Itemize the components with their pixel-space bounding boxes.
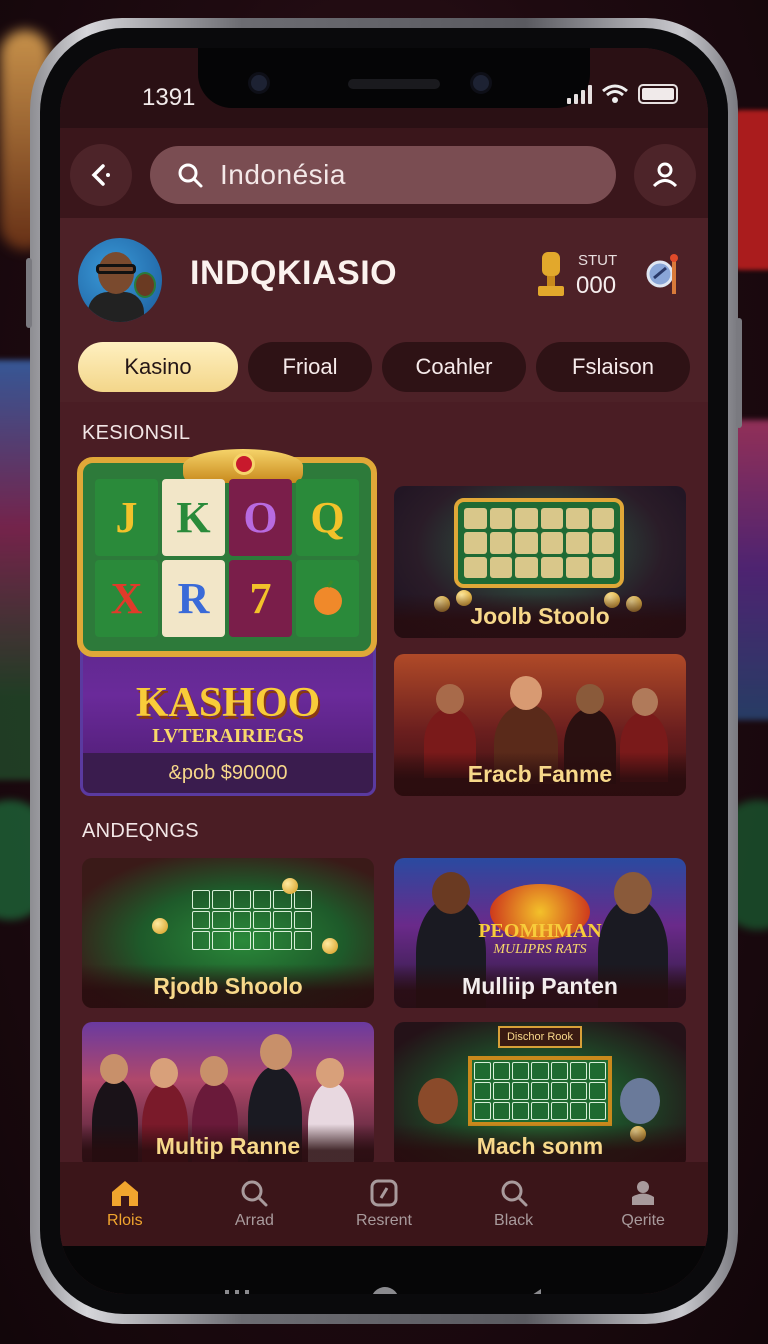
search-bar[interactable]: Indonésia (150, 146, 616, 204)
profile-bar: INDQKIASIO STUT 000 Kasino Frioal Coahle… (60, 218, 708, 402)
camera-icon (248, 72, 270, 94)
reel-symbol: X (95, 560, 158, 637)
stat-label: STUT (578, 252, 618, 269)
featured-slot-card[interactable]: J K O Q X R 7 KASHOO LVTERAIRIEGS &pob $… (77, 449, 377, 796)
stat-value: 000 (576, 272, 617, 299)
back-arrow-icon (91, 164, 110, 186)
reel-symbol: K (162, 479, 225, 556)
status-time: 1391 (142, 84, 196, 111)
system-navigation-bar (60, 1246, 708, 1294)
game-content: KESIONSIL J K O Q X R 7 KASHOO LVTERAIRI… (60, 402, 708, 1168)
signal-icon (567, 84, 592, 104)
search-icon (501, 1180, 528, 1207)
gem-ornament (233, 453, 255, 475)
trophy-icon (538, 252, 564, 296)
app-screen: 1391 Indonésia INDQKIASIO STUT 000 Kasin… (60, 48, 708, 1294)
reel-symbol: O (229, 479, 292, 556)
avatar[interactable] (78, 238, 162, 322)
nav-arrad[interactable]: Arrad (190, 1162, 320, 1246)
recents-icon[interactable] (223, 1288, 251, 1294)
game-banner-subtitle: MULIPRS RATS (493, 942, 587, 957)
speaker (348, 79, 440, 89)
roulette-table-image (192, 890, 312, 950)
search-input[interactable]: Indonésia (220, 159, 346, 191)
background-sign (734, 110, 768, 270)
game-card[interactable]: Rjodb Shoolo (82, 858, 374, 1008)
nav-home[interactable]: Rlois (60, 1162, 190, 1246)
game-banner-title: PEOMHMAN (478, 920, 602, 942)
back-triangle-icon[interactable] (519, 1287, 545, 1294)
home-icon (111, 1181, 138, 1206)
featured-game-title: KASHOO (135, 680, 321, 726)
brand-title: INDQKIASIO (190, 254, 398, 292)
game-card[interactable]: Joolb Stoolo (394, 486, 686, 638)
tab-kasino[interactable]: Kasino (78, 342, 238, 392)
tab-coahler[interactable]: Coahler (382, 342, 526, 392)
medal-icon[interactable] (646, 252, 680, 296)
search-icon (241, 1180, 268, 1207)
nav-label: Qerite (621, 1212, 665, 1229)
section-title-games: ANDEQNGS (82, 820, 199, 842)
featured-jackpot: &pob $90000 (83, 753, 373, 793)
game-card[interactable]: Dischor Rook Mach sonm (394, 1022, 686, 1168)
category-tabs: Kasino Frioal Coahler Fslaison (78, 342, 690, 392)
game-card[interactable]: Eracb Fanme (394, 654, 686, 796)
battery-icon (638, 84, 678, 104)
sensor-icon (470, 72, 492, 94)
nav-label: Rlois (107, 1212, 143, 1229)
reel-symbol: Q (296, 479, 359, 556)
user-icon (652, 162, 678, 188)
wifi-icon (602, 84, 628, 103)
phone-frame: 1391 Indonésia INDQKIASIO STUT 000 Kasin… (26, 18, 742, 1324)
reel-symbol: 7 (229, 560, 292, 637)
notch (198, 48, 590, 108)
slot-reels: J K O Q X R 7 (95, 479, 359, 637)
slot-machine-image (454, 498, 624, 588)
game-card-title: Rjodb Shoolo (82, 964, 374, 1008)
nav-label: Resrent (355, 1212, 412, 1229)
game-card-title: Mulliip Panten (394, 964, 686, 1008)
bottom-navigation: Rlois Arrad Resrent Black Qerite (60, 1162, 708, 1246)
game-card[interactable]: Multip Ranne (82, 1022, 374, 1168)
nav-black[interactable]: Black (449, 1162, 579, 1246)
status-icons (567, 84, 678, 104)
reel-symbol: R (162, 560, 225, 637)
tab-fslaison[interactable]: Fslaison (536, 342, 690, 392)
search-icon (178, 163, 203, 188)
power-button (736, 318, 742, 428)
back-button[interactable] (70, 144, 132, 206)
app-header: Indonésia (60, 128, 708, 218)
nav-resrent[interactable]: Resrent (319, 1162, 449, 1246)
tab-frioal[interactable]: Frioal (248, 342, 372, 392)
recent-icon (370, 1179, 398, 1207)
section-title-featured: KESIONSIL (82, 422, 191, 444)
featured-game-subtitle: LVTERAIRIEGS (152, 725, 304, 747)
slot-reels-frame: J K O Q X R 7 (77, 449, 377, 657)
home-button-icon[interactable] (369, 1285, 401, 1294)
volume-button (26, 258, 32, 328)
game-card-title: Joolb Stoolo (394, 594, 686, 638)
account-icon (632, 1181, 655, 1205)
nav-label: Black (494, 1212, 534, 1229)
nav-qerite[interactable]: Qerite (578, 1162, 708, 1246)
game-card-title: Eracb Fanme (394, 752, 686, 796)
fruit-icon (296, 560, 359, 637)
nav-label: Arrad (234, 1212, 274, 1229)
profile-button[interactable] (634, 144, 696, 206)
reel-symbol: J (95, 479, 158, 556)
game-card[interactable]: PEOMHMAN MULIPRS RATS Mulliip Panten (394, 858, 686, 1008)
roulette-board-image (468, 1056, 612, 1126)
status-bar: 1391 (60, 48, 708, 128)
game-sign: Dischor Rook (498, 1026, 582, 1048)
